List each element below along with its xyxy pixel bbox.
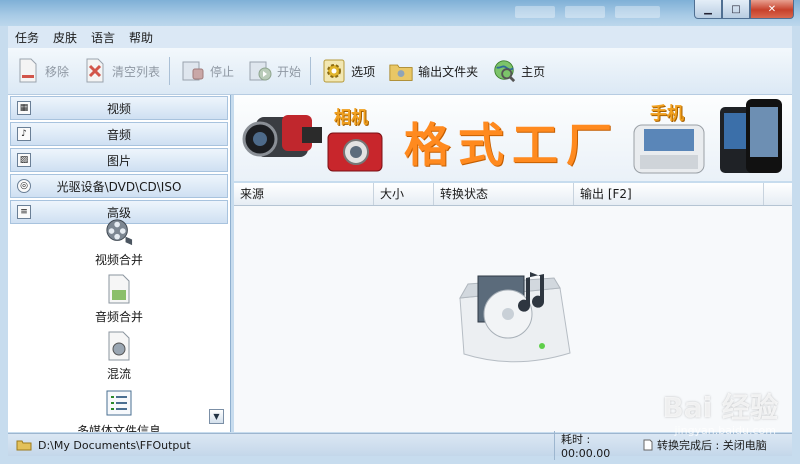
toolbar-separator bbox=[310, 57, 312, 85]
baidu-watermark-url: jingyan.baidu.com bbox=[674, 424, 776, 437]
output-folder-button-label: 输出文件夹 bbox=[418, 64, 479, 79]
sidebar-scroll-down-button[interactable]: ▼ bbox=[209, 409, 224, 424]
digital-camera-image bbox=[327, 132, 383, 172]
advanced-tools-list: 视频合并 音频合并 混流 多媒体文件信息 bbox=[8, 215, 230, 432]
home-globe-icon bbox=[492, 58, 516, 84]
category-label: 视频 bbox=[106, 101, 131, 116]
audio-file-icon bbox=[105, 274, 133, 304]
elapsed-time: 耗时 : 00:00.00 bbox=[554, 430, 637, 460]
after-convert-setting[interactable]: 转换完成后 : 关闭电脑 bbox=[637, 437, 767, 453]
clear-list-button-label: 清空列表 bbox=[112, 64, 161, 79]
window-controls: ▁ □ ✕ bbox=[694, 0, 794, 20]
title-bar[interactable]: ▁ □ ✕ bbox=[0, 0, 800, 26]
camcorder-image bbox=[242, 115, 322, 157]
column-source[interactable]: 来源 bbox=[234, 183, 374, 205]
output-folder-button[interactable]: 输出文件夹 bbox=[381, 54, 484, 88]
menu-skin[interactable]: 皮肤 bbox=[46, 29, 84, 46]
clear-list-icon bbox=[83, 58, 107, 84]
tool-label: 视频合并 bbox=[94, 253, 143, 267]
folder-icon bbox=[16, 440, 32, 451]
task-table-header: 来源 大小 转换状态 输出 [F2] bbox=[234, 183, 792, 206]
column-status[interactable]: 转换状态 bbox=[434, 183, 574, 205]
gear-options-icon bbox=[322, 58, 346, 84]
menu-language[interactable]: 语言 bbox=[84, 29, 122, 46]
stop-icon bbox=[181, 58, 205, 84]
disc-icon: ◎ bbox=[17, 179, 31, 193]
banner-camera-label: 相机 bbox=[334, 108, 368, 128]
column-filler bbox=[764, 183, 792, 205]
remove-button-label: 移除 bbox=[45, 64, 70, 79]
output-folder-icon bbox=[389, 58, 413, 84]
category-video[interactable]: ▦ 视频 bbox=[10, 96, 228, 120]
document-icon bbox=[643, 439, 653, 451]
stop-button-label: 停止 bbox=[210, 64, 235, 79]
column-output[interactable]: 输出 [F2] bbox=[574, 183, 764, 205]
output-path[interactable]: D:\My Documents\FFOutput bbox=[8, 439, 554, 452]
app-window: ▁ □ ✕ 任务 皮肤 语言 帮助 移除 清空列表 停止 开始 选项 输出文件夹… bbox=[0, 0, 800, 464]
tool-audio-join[interactable]: 音频合并 bbox=[8, 272, 230, 329]
after-convert-text: 转换完成后 : 关闭电脑 bbox=[657, 439, 767, 452]
smartphones-image bbox=[720, 99, 782, 173]
banner-title: 格式工厂 bbox=[404, 118, 620, 172]
options-button-label: 选项 bbox=[351, 64, 376, 79]
tool-label: 音频合并 bbox=[94, 310, 143, 324]
remove-button[interactable]: 移除 bbox=[8, 54, 75, 88]
category-audio[interactable]: ♪ 音频 bbox=[10, 122, 228, 146]
remove-document-icon bbox=[16, 58, 40, 84]
menu-help[interactable]: 帮助 bbox=[122, 29, 160, 46]
home-button[interactable]: 主页 bbox=[484, 54, 551, 88]
tool-media-info[interactable]: 多媒体文件信息 bbox=[8, 386, 230, 432]
format-factory-logo bbox=[459, 272, 571, 363]
column-size[interactable]: 大小 bbox=[374, 183, 434, 205]
phone-slider-image bbox=[633, 124, 705, 174]
film-reel-icon bbox=[105, 217, 133, 247]
tool-label: 多媒体文件信息 bbox=[76, 424, 161, 432]
clear-list-button[interactable]: 清空列表 bbox=[75, 54, 166, 88]
tool-mux[interactable]: 混流 bbox=[8, 329, 230, 386]
toolbar-separator bbox=[169, 57, 171, 85]
category-label: 图片 bbox=[106, 153, 131, 168]
menu-task[interactable]: 任务 bbox=[8, 29, 46, 46]
picture-icon: ▨ bbox=[17, 153, 31, 167]
category-label: 光驱设备\DVD\CD\ISO bbox=[56, 179, 182, 194]
category-disc[interactable]: ◎ 光驱设备\DVD\CD\ISO bbox=[10, 174, 228, 198]
media-info-icon bbox=[105, 388, 133, 418]
minimize-button[interactable]: ▁ bbox=[694, 0, 722, 19]
tool-label: 混流 bbox=[106, 367, 131, 381]
options-button[interactable]: 选项 bbox=[314, 54, 381, 88]
output-path-text: D:\My Documents\FFOutput bbox=[38, 438, 191, 452]
mux-icon bbox=[105, 331, 133, 361]
sidebar: ▦ 视频 ♪ 音频 ▨ 图片 ◎ 光驱设备\DVD\CD\ISO ≡ 高级 视频… bbox=[8, 95, 231, 432]
toolbar: 移除 清空列表 停止 开始 选项 输出文件夹 主页 bbox=[8, 48, 792, 95]
menu-bar: 任务 皮肤 语言 帮助 bbox=[8, 26, 792, 48]
maximize-button[interactable]: □ bbox=[722, 0, 750, 19]
category-picture[interactable]: ▨ 图片 bbox=[10, 148, 228, 172]
video-icon: ▦ bbox=[17, 101, 31, 115]
tool-video-join[interactable]: 视频合并 bbox=[8, 215, 230, 272]
category-label: 音频 bbox=[106, 127, 131, 142]
start-button-label: 开始 bbox=[277, 64, 302, 79]
start-icon bbox=[248, 58, 272, 84]
stop-button[interactable]: 停止 bbox=[173, 54, 240, 88]
audio-icon: ♪ bbox=[17, 127, 31, 141]
home-button-label: 主页 bbox=[521, 64, 546, 79]
close-button[interactable]: ✕ bbox=[750, 0, 794, 19]
banner: 相机 格式工厂 手机 bbox=[234, 95, 792, 181]
start-button[interactable]: 开始 bbox=[240, 54, 307, 88]
baidu-watermark: Bai 经验 bbox=[662, 391, 778, 424]
